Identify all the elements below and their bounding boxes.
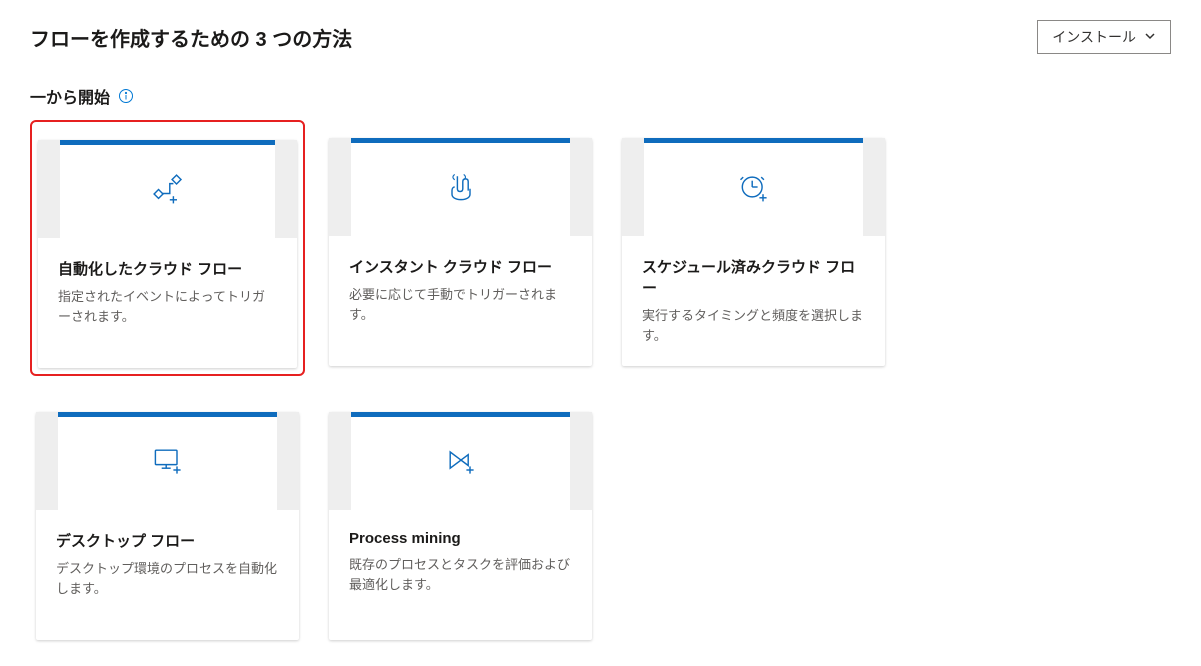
card-automated-cloud-flow[interactable]: 自動化したクラウド フロー 指定されたイベントによってトリガーされます。 [30,120,305,376]
process-mining-icon [443,443,479,484]
install-button-label: インストール [1052,27,1136,47]
card-title: Process mining [349,530,572,547]
install-button[interactable]: インストール [1037,20,1171,54]
card-desc: 実行するタイミングと頻度を選択します。 [642,306,865,345]
automated-flow-icon [150,171,186,212]
card-desc: 必要に応じて手動でトリガーされます。 [349,285,572,324]
card-desc: 既存のプロセスとタスクを評価および最適化します。 [349,555,572,594]
card-desc: 指定されたイベントによってトリガーされます。 [58,287,277,326]
card-title: スケジュール済みクラウド フロー [642,256,865,298]
card-title: 自動化したクラウド フロー [58,258,277,279]
card-scheduled-cloud-flow[interactable]: スケジュール済みクラウド フロー 実行するタイミングと頻度を選択します。 [616,120,891,376]
card-desktop-flow[interactable]: デスクトップ フロー デスクトップ環境のプロセスを自動化します。 [30,394,305,646]
card-process-mining[interactable]: Process mining 既存のプロセスとタスクを評価および最適化します。 [323,394,598,646]
section-title: 一から開始 [30,84,110,108]
info-icon[interactable] [118,88,134,104]
card-title: デスクトップ フロー [56,530,279,551]
page-title: フローを作成するための 3 つの方法 [30,23,352,52]
scheduled-flow-icon [736,169,772,210]
desktop-flow-icon [150,443,186,484]
card-instant-cloud-flow[interactable]: インスタント クラウド フロー 必要に応じて手動でトリガーされます。 [323,120,598,376]
chevron-down-icon [1144,29,1156,45]
card-title: インスタント クラウド フロー [349,256,572,277]
instant-flow-icon [443,169,479,210]
cards-grid: 自動化したクラウド フロー 指定されたイベントによってトリガーされます。 [30,120,1171,646]
card-desc: デスクトップ環境のプロセスを自動化します。 [56,559,279,598]
